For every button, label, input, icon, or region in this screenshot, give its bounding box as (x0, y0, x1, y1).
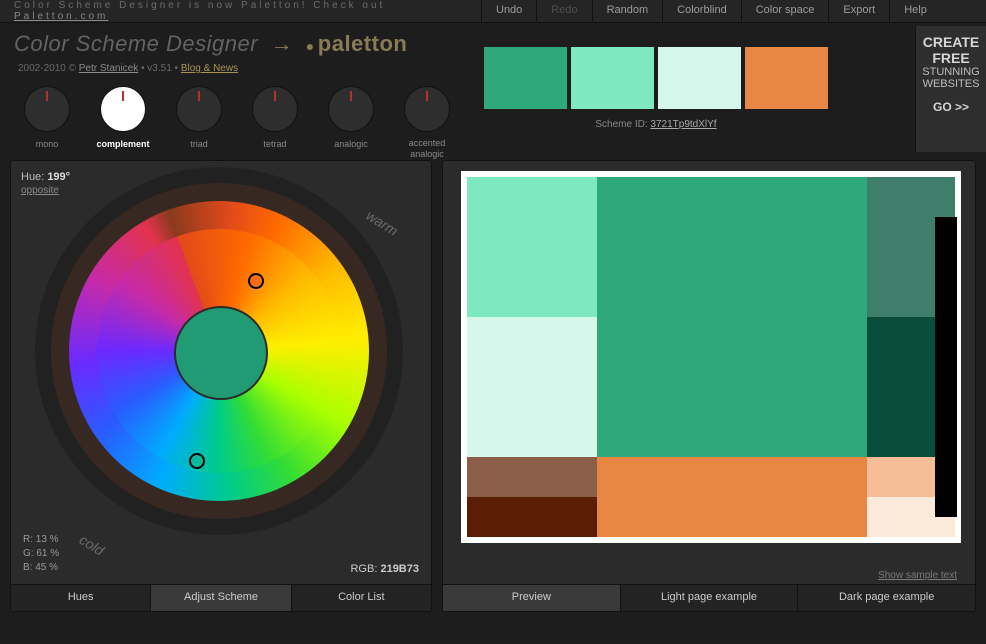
subtitle: 2002-2010 © Petr Stanicek • v3.51 • Blog… (18, 63, 484, 74)
tab-preview[interactable]: Preview (443, 585, 621, 611)
tab-list[interactable]: Color List (292, 585, 431, 611)
dial-icon (100, 86, 146, 132)
main-menu: Undo Redo Random Colorblind Color space … (481, 0, 941, 22)
tab-hues[interactable]: Hues (11, 585, 151, 611)
dial-icon (328, 86, 374, 132)
hue-readout: Hue: 199° opposite (21, 171, 421, 196)
scheme-id-link[interactable]: 3721Tp9tdXlYf (650, 119, 716, 130)
mode-accented[interactable]: accented analogic (398, 86, 456, 160)
rgb-hex: RGB: 219B73 (350, 563, 419, 575)
menu-colorspace[interactable]: Color space (741, 0, 829, 22)
tab-light[interactable]: Light page example (621, 585, 799, 611)
announcement: Color Scheme Designer is now Paletton! C… (0, 0, 481, 22)
scheme-mode-picker: mono complement triad tetrad analogic ac… (18, 86, 484, 160)
wheel-handle-complement[interactable] (248, 273, 264, 289)
opposite-link[interactable]: opposite (21, 185, 421, 196)
dial-icon (24, 86, 70, 132)
menu-undo[interactable]: Undo (481, 0, 536, 22)
mode-triad[interactable]: triad (170, 86, 228, 160)
right-tabs: Preview Light page example Dark page exa… (443, 584, 975, 611)
preview-cell (467, 497, 597, 537)
tab-dark[interactable]: Dark page example (798, 585, 975, 611)
menu-colorblind[interactable]: Colorblind (662, 0, 741, 22)
wheel-handle-primary[interactable] (189, 453, 205, 469)
preview-canvas (461, 171, 961, 543)
menu-help[interactable]: Help (889, 0, 941, 22)
menu-random[interactable]: Random (592, 0, 663, 22)
color-wheel[interactable] (69, 201, 369, 501)
swatch-4[interactable] (745, 47, 828, 109)
show-sample-text[interactable]: Show sample text (878, 570, 957, 581)
left-tabs: Hues Adjust Scheme Color List (11, 584, 431, 611)
preview-cell (467, 317, 597, 457)
mode-tetrad[interactable]: tetrad (246, 86, 304, 160)
swatch-3[interactable] (658, 47, 741, 109)
preview-panel: Show sample text Preview Light page exam… (442, 160, 976, 612)
preview-shadow (935, 217, 957, 517)
blog-link[interactable]: Blog & News (181, 63, 238, 74)
dial-icon (404, 86, 450, 132)
preview-cell (467, 177, 597, 317)
page-title: Color Scheme Designer → paletton (14, 31, 484, 57)
dial-icon (252, 86, 298, 132)
paletton-link[interactable]: Paletton.com (14, 11, 108, 22)
mode-mono[interactable]: mono (18, 86, 76, 160)
dial-icon (176, 86, 222, 132)
scheme-id: Scheme ID: 3721Tp9tdXlYf (484, 119, 828, 130)
swatch-2[interactable] (571, 47, 654, 109)
menu-redo: Redo (536, 0, 591, 22)
promo-box[interactable]: CREATEFREE STUNNINGWEBSITES GO >> (915, 26, 986, 152)
wheel-panel: Hue: 199° opposite warm cold R: 13 %G: 6… (10, 160, 432, 612)
tab-adjust[interactable]: Adjust Scheme (151, 585, 291, 611)
cold-label: cold (77, 531, 107, 558)
mode-complement[interactable]: complement (94, 86, 152, 160)
header-swatches: Scheme ID: 3721Tp9tdXlYf (484, 31, 828, 130)
preview-cell (467, 457, 597, 497)
menu-export[interactable]: Export (828, 0, 889, 22)
rgb-percent: R: 13 %G: 61 %B: 45 % (23, 533, 59, 575)
swatch-1[interactable] (484, 47, 567, 109)
promo-go[interactable]: GO >> (916, 100, 986, 114)
author-link[interactable]: Petr Stanicek (79, 63, 138, 74)
mode-analogic[interactable]: analogic (322, 86, 380, 160)
warm-label: warm (363, 207, 401, 239)
